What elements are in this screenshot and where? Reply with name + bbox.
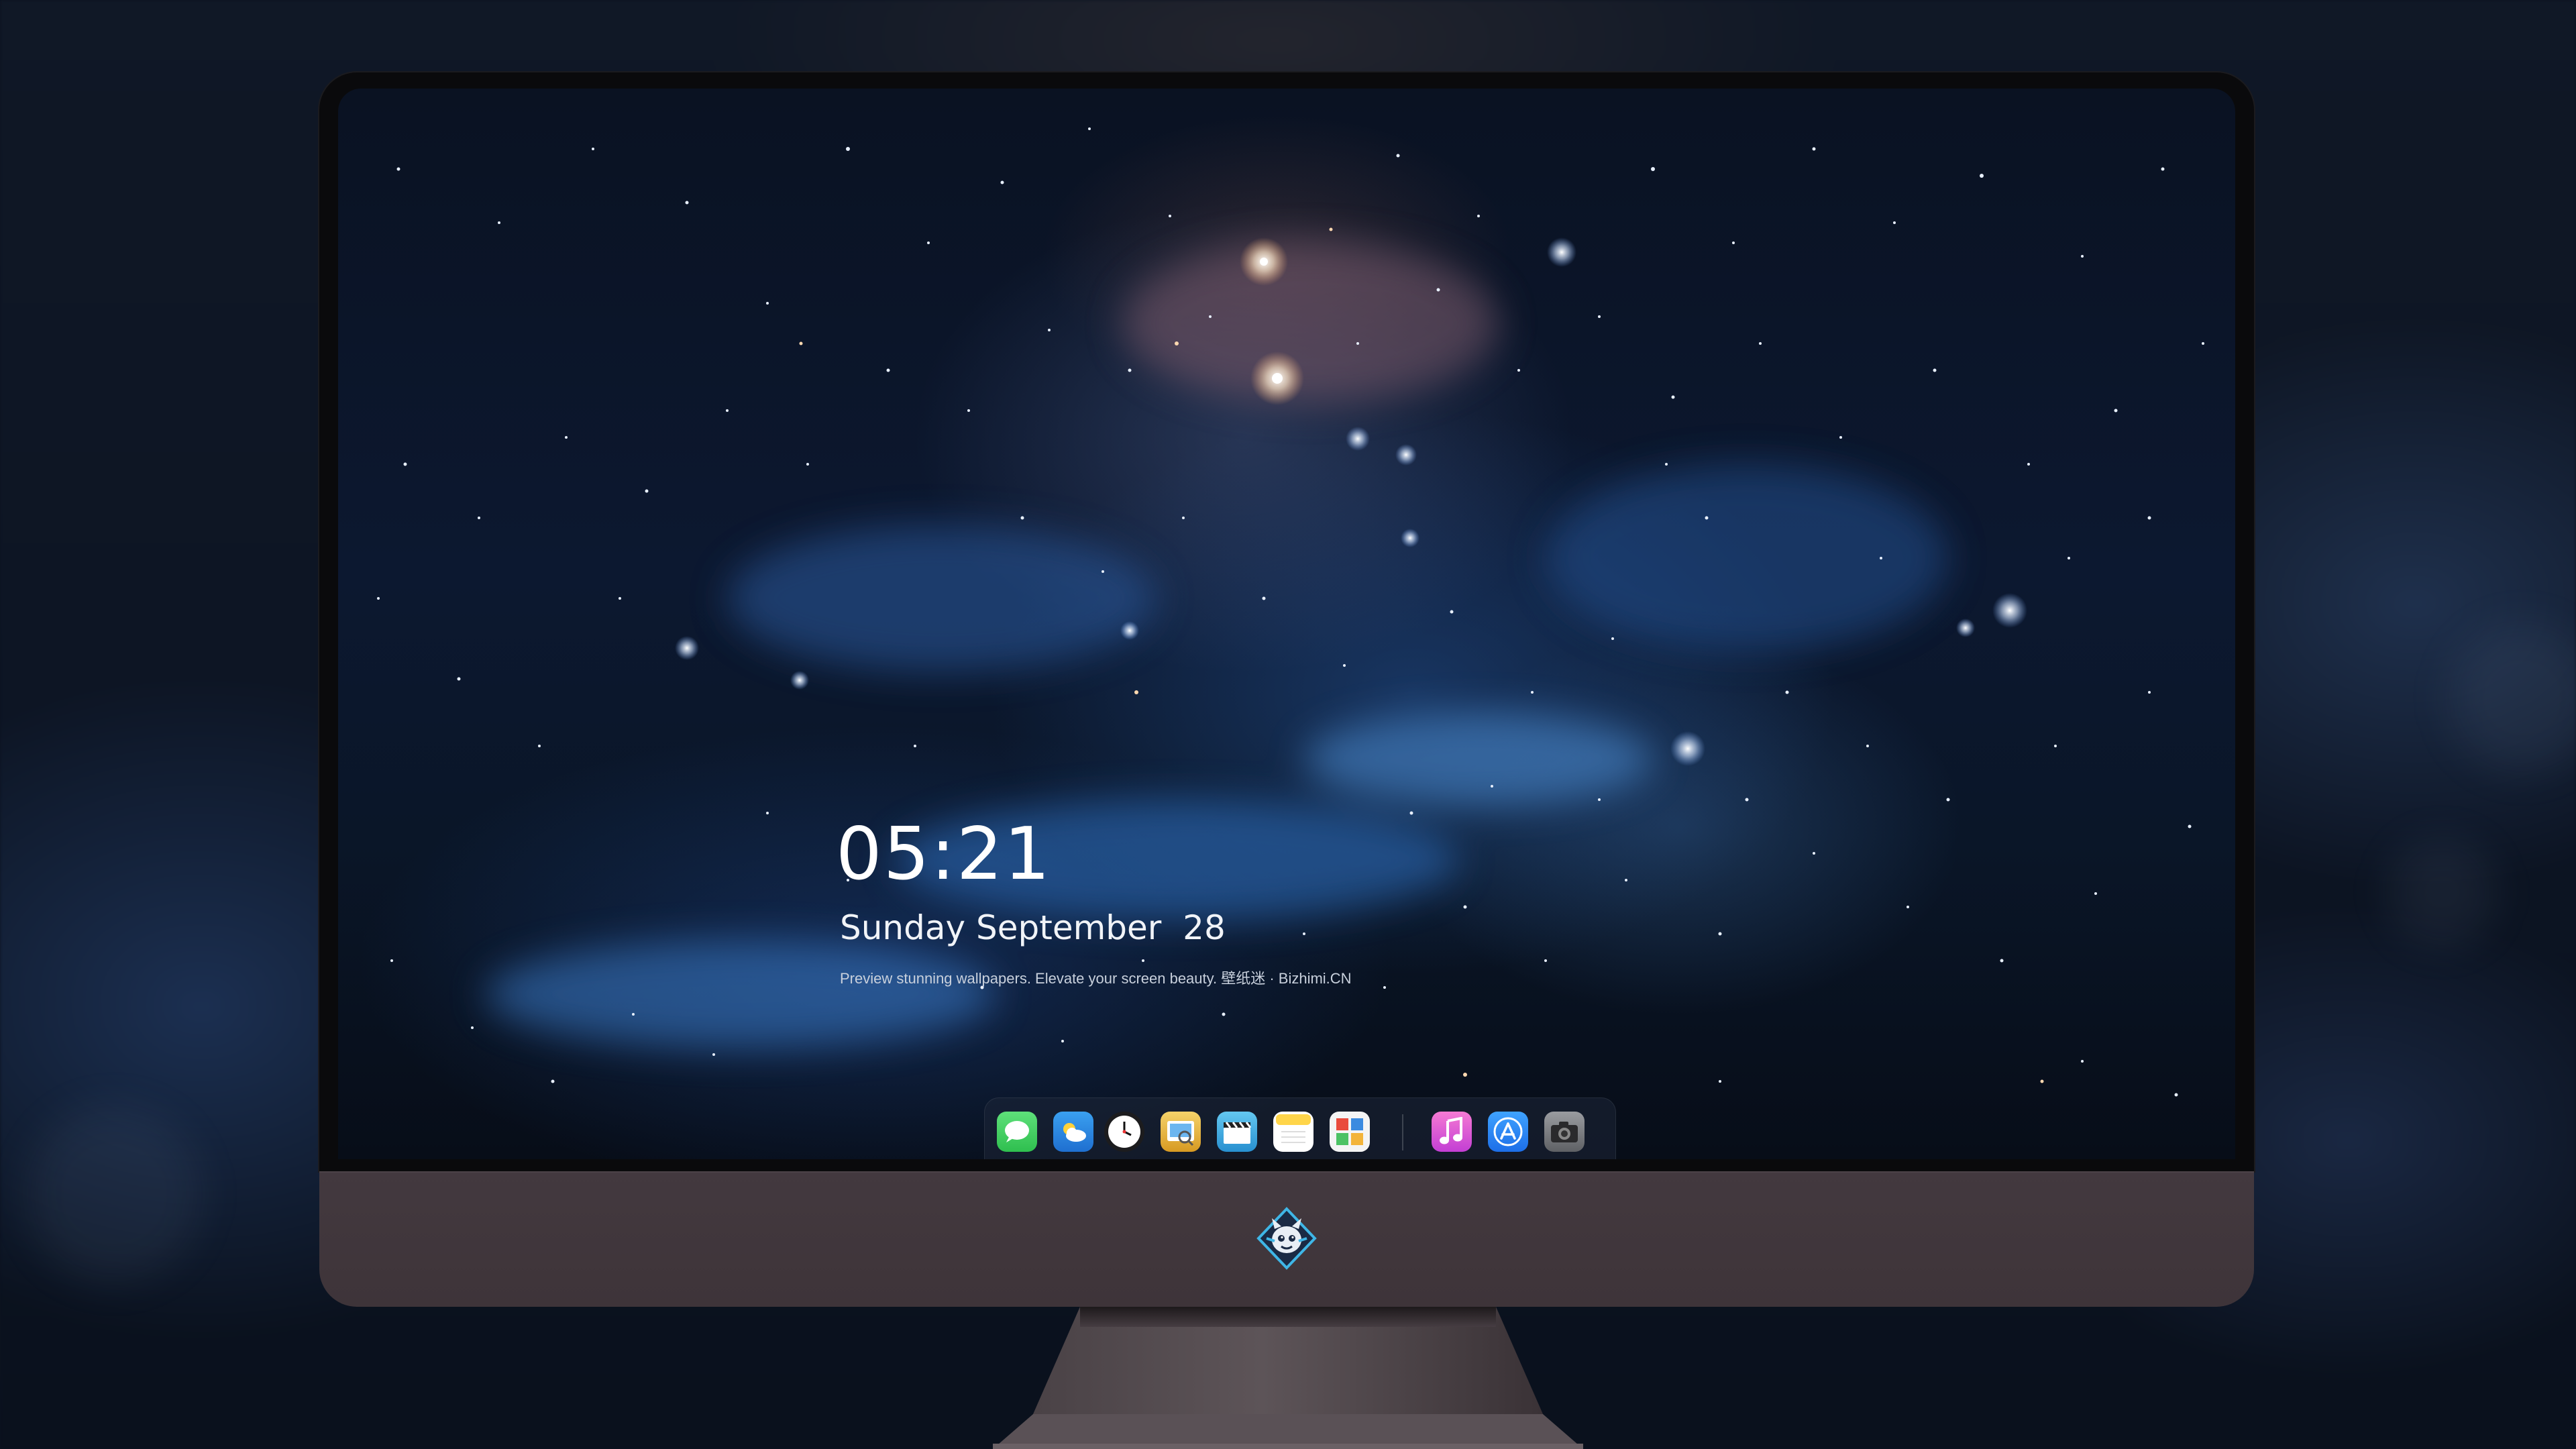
messages-icon[interactable] <box>997 1112 1037 1152</box>
monitor: 05:21 Sunday September 28 Preview stunni… <box>319 72 2254 1307</box>
weather-icon[interactable] <box>1053 1112 1093 1152</box>
monitor-bezel: 05:21 Sunday September 28 Preview stunni… <box>319 72 2254 1171</box>
monitor-chin <box>319 1171 2254 1307</box>
app-store-icon[interactable] <box>1488 1112 1528 1152</box>
lock-clock: 05:21 <box>836 812 1052 896</box>
preview-icon[interactable] <box>1161 1112 1201 1152</box>
dock-separator <box>1402 1114 1403 1150</box>
bokeh-light <box>2388 839 2496 946</box>
monitor-stand <box>993 1307 1583 1449</box>
dock <box>984 1097 1616 1159</box>
photo-booth-icon[interactable] <box>1330 1112 1370 1152</box>
music-icon[interactable] <box>1432 1112 1472 1152</box>
starfield-wallpaper <box>377 127 2204 1097</box>
wallpaper-caption: Preview stunning wallpapers. Elevate you… <box>840 970 1352 987</box>
clock-icon[interactable] <box>1104 1112 1144 1152</box>
lock-date: Sunday September 28 <box>840 908 1226 947</box>
bokeh-light <box>27 1107 201 1281</box>
monster-badge-icon <box>1256 1207 1317 1270</box>
clapperboard-icon[interactable] <box>1217 1112 1257 1152</box>
desktop-screen: 05:21 Sunday September 28 Preview stunni… <box>338 89 2235 1159</box>
camera-icon[interactable] <box>1544 1112 1585 1152</box>
notes-icon[interactable] <box>1273 1112 1313 1152</box>
